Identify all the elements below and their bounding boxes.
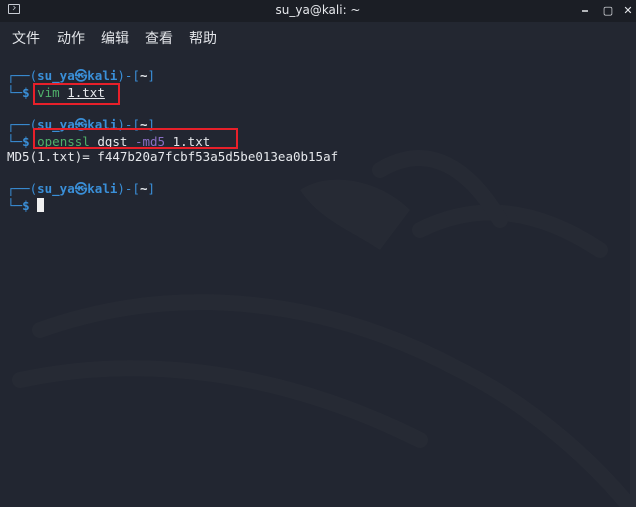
menu-help[interactable]: 帮助 xyxy=(189,28,217,48)
prompt-line: ┌──(su_ya㉿kali)-[~] xyxy=(7,68,156,83)
close-icon[interactable]: ✕ xyxy=(621,4,635,18)
menu-edit[interactable]: 编辑 xyxy=(101,28,129,48)
menu-file[interactable]: 文件 xyxy=(12,28,40,48)
highlight-box-openssl xyxy=(33,128,238,149)
minimize-icon[interactable]: ⎯ xyxy=(578,4,592,18)
command-output: MD5(1.txt)= f447b20a7fcbf53a5d5be013ea0b… xyxy=(7,149,339,164)
text-cursor xyxy=(37,198,45,212)
terminal-area[interactable]: ┌──(su_ya㉿kali)-[~] └─$ vim 1.txt ┌──(su… xyxy=(0,50,636,507)
prompt-line: ┌──(su_ya㉿kali)-[~] xyxy=(7,181,156,196)
menu-view[interactable]: 查看 xyxy=(145,28,173,48)
window-title: su_ya@kali: ~ xyxy=(275,3,361,17)
highlight-box-vim xyxy=(33,83,120,105)
menu-bar: 文件 动作 编辑 查看 帮助 xyxy=(0,22,636,50)
maximize-icon[interactable]: ▢ xyxy=(601,4,615,18)
title-bar: su_ya@kali: ~ ⎯ ▢ ✕ xyxy=(0,0,636,22)
command-line[interactable]: └─$ xyxy=(7,198,45,214)
scrollbar[interactable] xyxy=(630,50,636,507)
menu-actions[interactable]: 动作 xyxy=(57,28,85,48)
